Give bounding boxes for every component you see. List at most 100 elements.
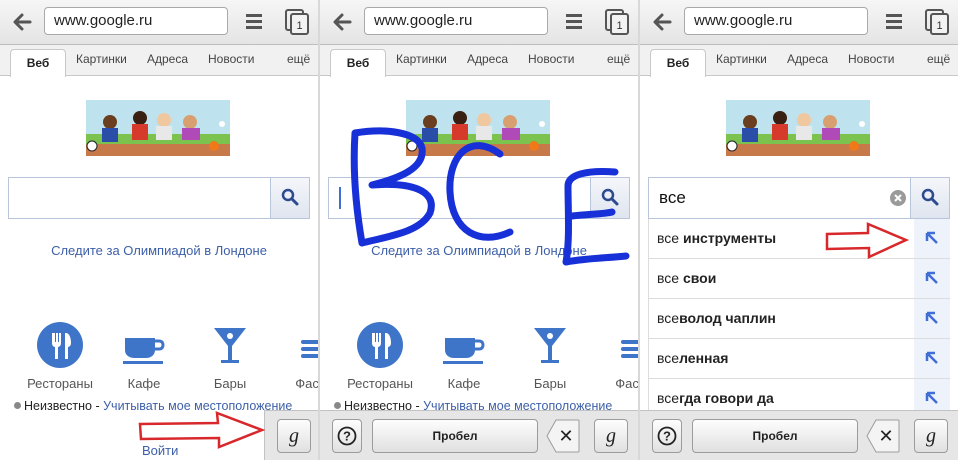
category-label: Кафе xyxy=(447,376,481,391)
help-icon: ? xyxy=(657,426,677,446)
tab-news[interactable]: Новости xyxy=(528,52,574,66)
delete-icon: ✕ xyxy=(878,426,893,447)
tabs-icon[interactable]: 1 xyxy=(285,9,309,35)
arrow-up-left-icon xyxy=(925,311,938,324)
search-button[interactable] xyxy=(270,178,309,218)
handwriting-button[interactable]: g xyxy=(914,419,948,453)
tab-more[interactable]: ещё xyxy=(287,52,310,66)
screen-2: www.google.ru 1 Веб Картинки Адреса Ново… xyxy=(320,0,638,460)
tab-images[interactable]: Картинки xyxy=(396,52,447,66)
category-restaurants[interactable]: Рестораны xyxy=(340,322,420,391)
tab-maps[interactable]: Адреса xyxy=(787,52,828,66)
handwriting-button[interactable]: g xyxy=(594,419,628,453)
search-input[interactable] xyxy=(8,177,310,219)
search-button[interactable] xyxy=(910,178,949,218)
tab-news[interactable]: Новости xyxy=(848,52,894,66)
browser-toolbar: www.google.ru 1 xyxy=(0,0,318,45)
suggestion-item[interactable]: всеволод чаплин xyxy=(648,299,950,339)
search-input[interactable] xyxy=(328,177,630,219)
category-restaurants[interactable]: Рестораны xyxy=(20,322,100,391)
suggestion-completion: гда говори да xyxy=(679,390,774,406)
search-icon xyxy=(601,188,619,206)
suggestion-list: все инструменты все свои всеволод чаплин… xyxy=(648,219,950,419)
menu-icon[interactable] xyxy=(246,13,262,29)
screen-3: www.google.ru 1 Веб Картинки Адреса Ново… xyxy=(640,0,958,460)
svg-text:1: 1 xyxy=(616,20,622,32)
suggestion-item[interactable]: все инструменты xyxy=(648,219,950,259)
handwriting-toggle-bar: g xyxy=(264,410,318,460)
suggestion-completion: свои xyxy=(679,270,717,286)
suggestion-completion: инструменты xyxy=(679,230,777,246)
search-icon xyxy=(281,188,299,206)
arrow-up-left-icon xyxy=(925,231,938,244)
url-field[interactable]: www.google.ru xyxy=(684,7,868,35)
category-bars[interactable]: Бары xyxy=(190,322,270,391)
category-fastfood[interactable]: Фаст xyxy=(270,322,318,391)
back-arrow-icon[interactable] xyxy=(650,10,674,34)
olympics-link[interactable]: Следите за Олимпиадой в Лондоне xyxy=(320,243,638,258)
arrow-up-left-icon xyxy=(925,391,938,404)
category-label: Фаст xyxy=(295,376,318,391)
url-field[interactable]: www.google.ru xyxy=(364,7,548,35)
text-cursor xyxy=(339,187,341,209)
suggestion-prefix: все xyxy=(657,310,680,326)
suggestion-completion: ленная xyxy=(679,350,729,366)
tab-images[interactable]: Картинки xyxy=(76,52,127,66)
fill-query-button[interactable] xyxy=(914,339,950,378)
tabs-icon[interactable]: 1 xyxy=(605,9,629,35)
backspace-key[interactable]: ✕ xyxy=(546,419,580,453)
coffee-cup-icon xyxy=(443,338,485,364)
fill-query-button[interactable] xyxy=(914,299,950,338)
handwriting-keyboard: ? Пробел ✕ g xyxy=(320,410,638,460)
category-label: Рестораны xyxy=(347,376,413,391)
tab-web[interactable]: Веб xyxy=(330,49,386,77)
category-cafe[interactable]: Кафе xyxy=(424,322,504,391)
svg-text:1: 1 xyxy=(936,20,942,32)
url-field[interactable]: www.google.ru xyxy=(44,7,228,35)
tab-more[interactable]: ещё xyxy=(927,52,950,66)
tab-web[interactable]: Веб xyxy=(10,49,66,77)
tab-news[interactable]: Новости xyxy=(208,52,254,66)
space-key[interactable]: Пробел xyxy=(372,419,538,453)
category-cafe[interactable]: Кафе xyxy=(104,322,184,391)
google-doodle[interactable] xyxy=(86,100,230,156)
back-arrow-icon[interactable] xyxy=(10,10,34,34)
suggestion-item[interactable]: вселенная xyxy=(648,339,950,379)
tab-more[interactable]: ещё xyxy=(607,52,630,66)
tab-web[interactable]: Веб xyxy=(650,49,706,77)
svg-text:?: ? xyxy=(663,429,671,444)
search-query: все xyxy=(659,188,686,207)
login-link[interactable]: Войти xyxy=(142,443,178,458)
delete-icon: ✕ xyxy=(558,426,573,447)
backspace-key[interactable]: ✕ xyxy=(866,419,900,453)
google-doodle[interactable] xyxy=(406,100,550,156)
handwriting-button[interactable]: g xyxy=(277,419,311,453)
help-button[interactable]: ? xyxy=(652,419,682,453)
menu-icon[interactable] xyxy=(566,13,582,29)
google-doodle[interactable] xyxy=(726,100,870,156)
cocktail-icon xyxy=(214,328,246,363)
category-label: Рестораны xyxy=(27,376,93,391)
help-button[interactable]: ? xyxy=(332,419,362,453)
burger-icon xyxy=(301,340,318,358)
clear-icon[interactable] xyxy=(890,190,906,206)
tab-maps[interactable]: Адреса xyxy=(467,52,508,66)
search-button[interactable] xyxy=(590,178,629,218)
svg-text:?: ? xyxy=(343,429,351,444)
fill-query-button[interactable] xyxy=(914,219,950,258)
olympics-link[interactable]: Следите за Олимпиадой в Лондоне xyxy=(0,243,318,258)
category-label: Кафе xyxy=(127,376,161,391)
location-dot-icon xyxy=(14,402,21,409)
tab-images[interactable]: Картинки xyxy=(716,52,767,66)
category-bars[interactable]: Бары xyxy=(510,322,590,391)
svg-text:1: 1 xyxy=(296,20,302,32)
menu-icon[interactable] xyxy=(886,13,902,29)
space-key[interactable]: Пробел xyxy=(692,419,858,453)
category-fastfood[interactable]: Фаст xyxy=(590,322,638,391)
fill-query-button[interactable] xyxy=(914,259,950,298)
tabs-icon[interactable]: 1 xyxy=(925,9,949,35)
search-input[interactable]: все xyxy=(648,177,950,219)
suggestion-item[interactable]: все свои xyxy=(648,259,950,299)
tab-maps[interactable]: Адреса xyxy=(147,52,188,66)
back-arrow-icon[interactable] xyxy=(330,10,354,34)
